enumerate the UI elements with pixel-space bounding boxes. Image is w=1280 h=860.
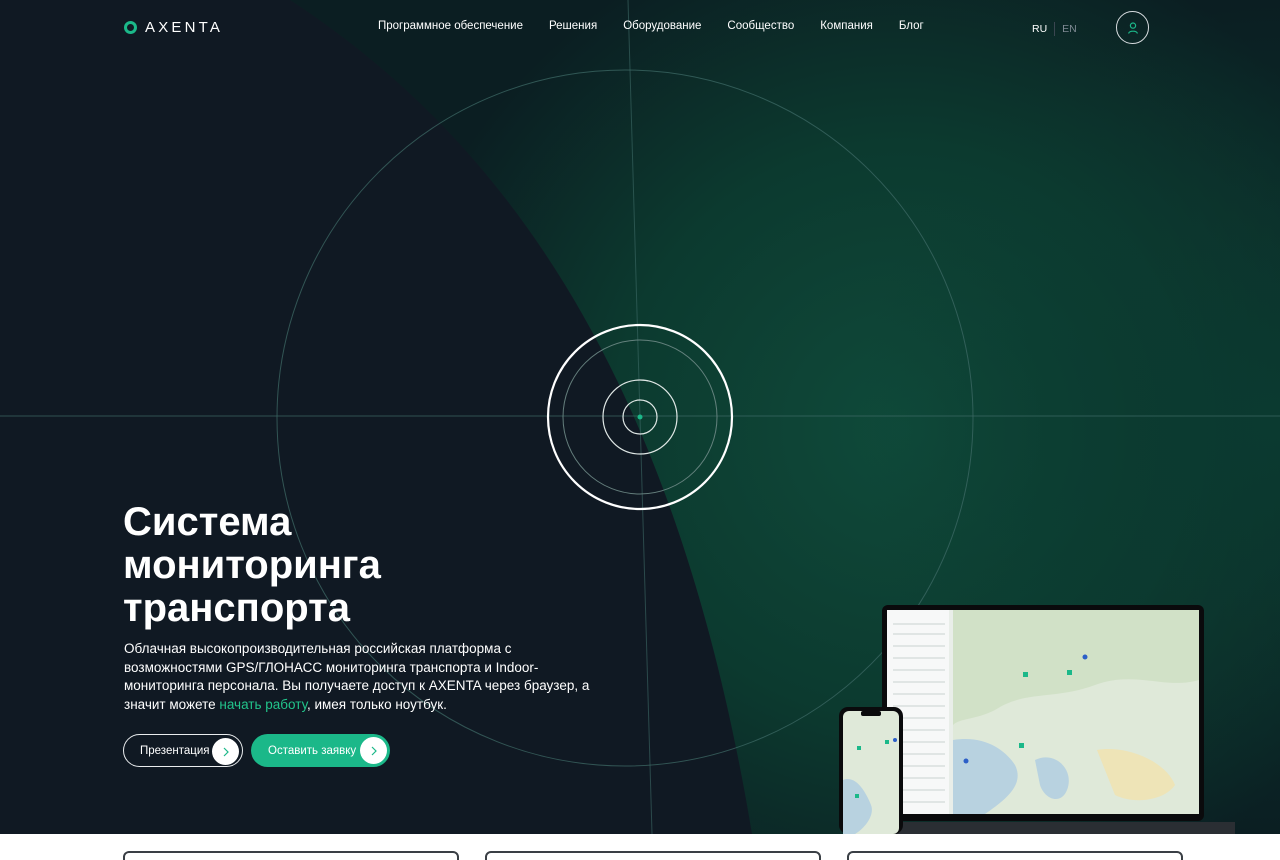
nav-item-solutions[interactable]: Решения (549, 20, 597, 32)
page-title: Система мониторинга транспорта (123, 500, 381, 630)
laptop-base (895, 822, 1235, 834)
feature-cards-strip (0, 834, 1280, 860)
presentation-button[interactable]: Презентация (123, 734, 243, 767)
presentation-arrow-circle (212, 738, 239, 765)
feature-card[interactable] (847, 851, 1183, 860)
hero-description: Облачная высокопроизводительная российск… (124, 640, 594, 714)
main-nav: Программное обеспечение Решения Оборудов… (378, 20, 950, 32)
feature-card[interactable] (123, 851, 459, 860)
devices-illustration (839, 605, 1235, 834)
logo-icon (124, 21, 137, 34)
logo-text: AXENTA (145, 19, 224, 36)
nav-item-software[interactable]: Программное обеспечение (378, 20, 523, 32)
request-button-label: Оставить заявку (268, 744, 357, 757)
feature-card[interactable] (485, 851, 821, 860)
request-arrow-circle (360, 737, 387, 764)
language-switcher: RU EN (1032, 22, 1077, 36)
nav-item-community[interactable]: Сообщество (727, 20, 794, 32)
user-icon (1127, 21, 1138, 34)
lang-en[interactable]: EN (1062, 23, 1077, 35)
nav-item-blog[interactable]: Блог (899, 20, 924, 32)
logo[interactable]: AXENTA (124, 19, 223, 36)
lang-divider (1054, 22, 1056, 36)
nav-item-company[interactable]: Компания (820, 20, 873, 32)
start-work-link[interactable]: начать работу (219, 697, 307, 712)
chevron-right-icon (371, 746, 377, 755)
target-dot (637, 414, 643, 420)
site-header: AXENTA Программное обеспечение Решения О… (0, 0, 1280, 56)
description-text-end: , имея только ноутбук. (306, 696, 447, 712)
presentation-button-label: Презентация (140, 744, 210, 757)
hero-section: AXENTA Программное обеспечение Решения О… (0, 0, 1280, 834)
nav-item-hardware[interactable]: Оборудование (623, 20, 701, 32)
account-button[interactable] (1116, 11, 1149, 44)
request-button[interactable]: Оставить заявку (251, 734, 390, 767)
lang-ru[interactable]: RU (1032, 23, 1047, 35)
chevron-right-icon (223, 747, 229, 756)
